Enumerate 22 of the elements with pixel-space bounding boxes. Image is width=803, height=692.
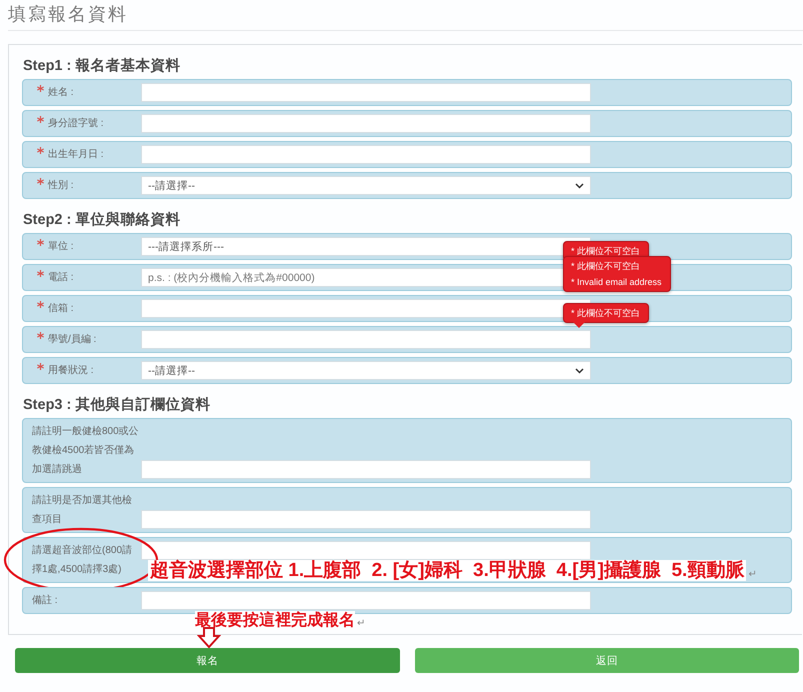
field-label: 單位 : <box>48 240 74 254</box>
field-label: 用餐狀況 : <box>48 364 94 378</box>
field-label: 信箱 : <box>48 302 74 316</box>
page-title: 填寫報名資料 <box>8 3 128 26</box>
field-label: 備註 : <box>32 594 58 608</box>
field-label: 出生年月日 : <box>48 148 104 162</box>
return-mark: ↵ <box>357 618 365 630</box>
field-label: 請選超音波部位(800請擇1處,4500請擇3處) <box>32 544 134 577</box>
field-label: 身分證字號 : <box>48 116 104 131</box>
annotation-text: 最後要按這裡完成報名 <box>195 611 355 630</box>
return-mark: ↵ <box>748 569 756 581</box>
field-label: 學號/員編 : <box>48 332 96 347</box>
field-label: 電話 : <box>48 270 74 285</box>
field-label: 請註明一般健檢800或公教健檢4500若皆否僅為加選請跳過 <box>32 424 140 477</box>
field-label: 性別 : <box>48 178 74 193</box>
field-label: 姓名 : <box>48 86 74 100</box>
section-heading: Step2 : 單位與聯絡資料 <box>22 211 182 230</box>
annotation-callout: 超音波選擇部位 1.上腹部 2. [女]婦科 3.甲狀腺 4.[男]攝護腺 5.頸動脈 <box>148 560 746 581</box>
section-heading: Step1 : 報名者基本資料 <box>22 57 182 76</box>
error-message: * 此欄位不可空白 <box>571 307 640 320</box>
section-heading: Step3 : 其他與自訂欄位資料 <box>22 396 212 415</box>
field-label: 請註明是否加選其他檢查項目 <box>32 494 133 527</box>
